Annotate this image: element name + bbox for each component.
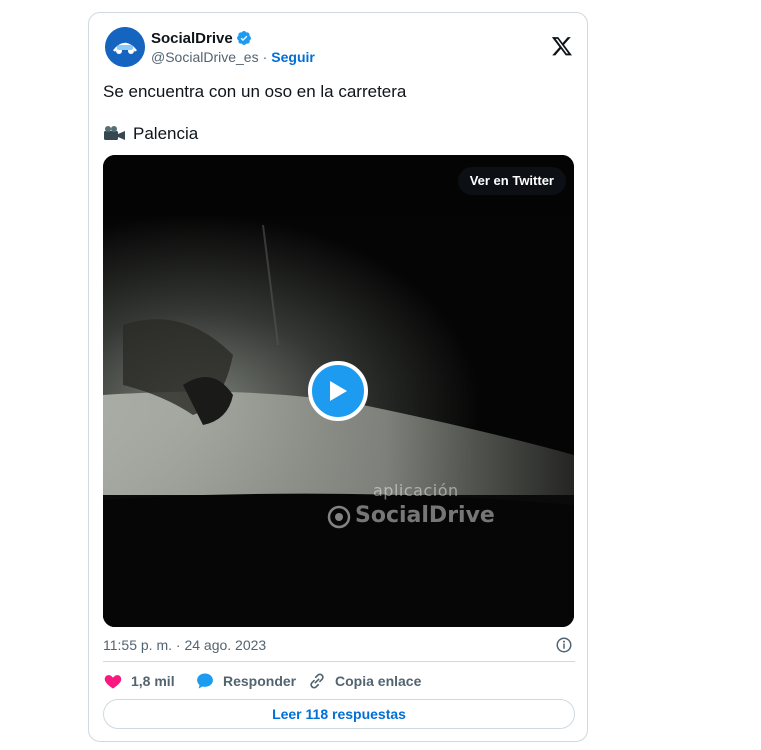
heart-icon: [104, 675, 122, 689]
timestamp[interactable]: 11:55 p. m. · 24 ago. 2023: [103, 637, 266, 653]
watermark-line1: aplicación: [373, 481, 459, 500]
tweet-actions: 1,8 mil Responder Copia enlace: [103, 670, 573, 692]
info-icon[interactable]: [555, 636, 573, 654]
socialdrive-watermark-icon: [327, 505, 351, 529]
like-button[interactable]: 1,8 mil: [103, 671, 195, 691]
tweet-location-line: Palencia: [103, 123, 573, 145]
verified-badge-icon: [236, 31, 251, 45]
play-icon: [330, 381, 347, 401]
location-text: Palencia: [133, 124, 199, 143]
reply-label: Responder: [223, 673, 297, 689]
copy-link-button[interactable]: Copia enlace: [307, 671, 421, 691]
tweet-text: Se encuentra con un oso en la carretera: [103, 82, 407, 101]
divider: [103, 661, 575, 662]
video-camera-icon: [104, 126, 125, 140]
read-replies-button[interactable]: Leer 118 respuestas: [103, 699, 575, 729]
video-player[interactable]: Ver en Twitter aplicación SocialDrive: [103, 155, 574, 627]
play-button[interactable]: [308, 361, 368, 421]
tweet-header: SocialDrive @SocialDrive_es · Seguir: [105, 25, 573, 69]
socialdrive-logo-icon: [105, 27, 145, 67]
tweet-embed-card: SocialDrive @SocialDrive_es · Seguir Se …: [88, 12, 588, 742]
view-on-twitter-button[interactable]: Ver en Twitter: [457, 167, 566, 195]
follow-link[interactable]: Seguir: [271, 49, 315, 65]
link-icon: [310, 673, 324, 689]
watermark-line2: SocialDrive: [355, 503, 495, 528]
like-count: 1,8 mil: [131, 673, 175, 689]
handle[interactable]: @SocialDrive_es: [151, 49, 259, 65]
x-logo-icon[interactable]: [551, 35, 573, 57]
copy-link-label: Copia enlace: [335, 673, 422, 689]
tweet-meta: 11:55 p. m. · 24 ago. 2023: [103, 635, 573, 655]
handle-line: @SocialDrive_es · Seguir: [151, 49, 315, 65]
separator-dot: ·: [262, 49, 268, 65]
avatar[interactable]: [105, 27, 145, 67]
reply-bubble-icon: [197, 673, 213, 689]
display-name[interactable]: SocialDrive: [151, 30, 233, 47]
reply-button[interactable]: Responder: [195, 671, 307, 691]
name-line: SocialDrive: [151, 29, 252, 47]
